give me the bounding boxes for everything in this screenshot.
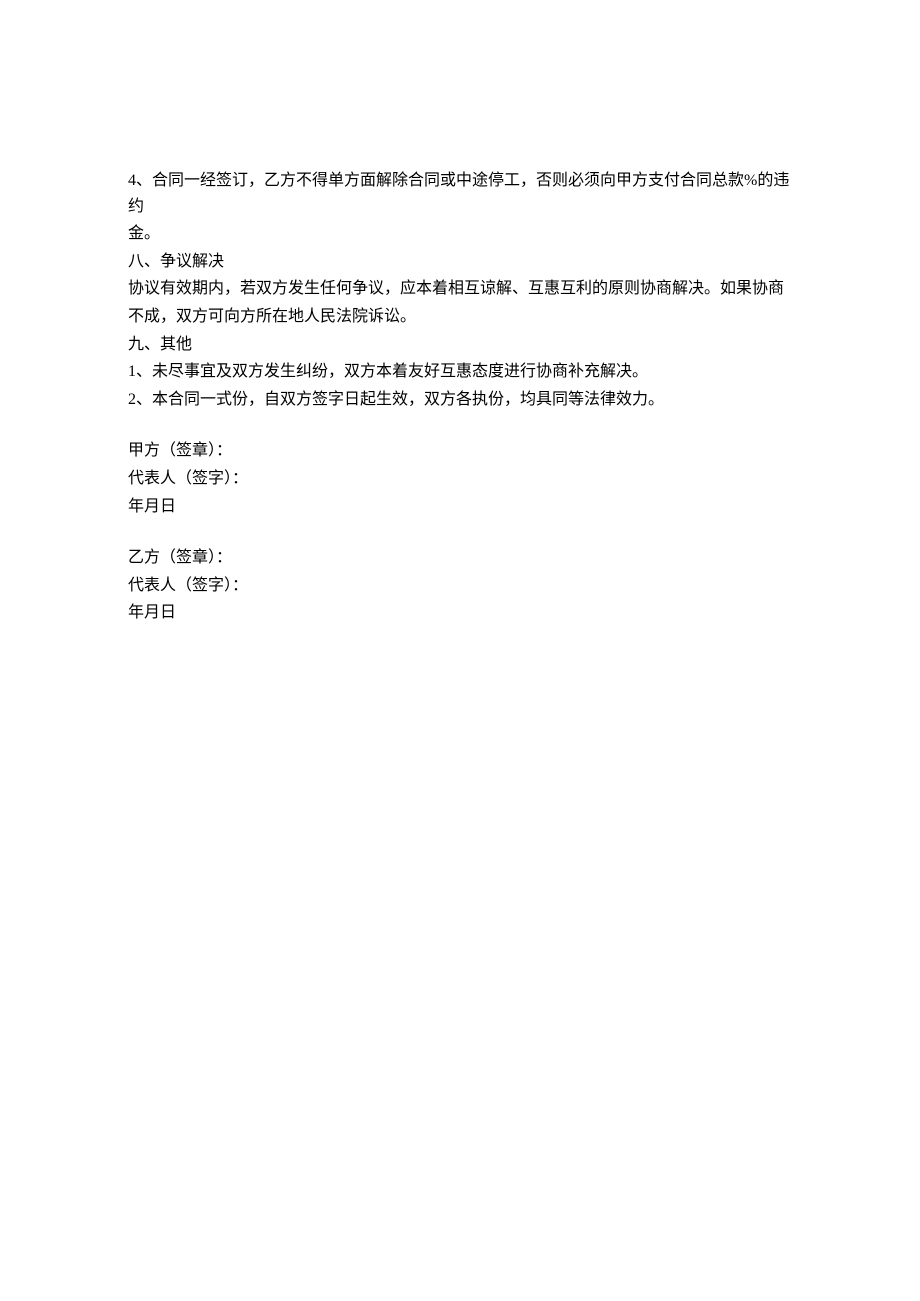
text-line: 2、本合同一式份，自双方签字日起生效，双方各执份，均具同等法律效力。	[128, 387, 792, 413]
signature-line-party-b: 乙方（签章）：	[128, 545, 792, 571]
text-line: 协议有效期内，若双方发生任何争议，应本着相互谅解、互惠互利的原则协商解决。如果协…	[128, 276, 792, 302]
document-body: 4、合同一经签订，乙方不得单方面解除合同或中途停工，否则必须向甲方支付合同总款%…	[128, 168, 792, 626]
text-line: 4、合同一经签订，乙方不得单方面解除合同或中途停工，否则必须向甲方支付合同总款%…	[128, 168, 792, 219]
date-line: 年月日	[128, 494, 792, 520]
text-line: 1、未尽事宜及双方发生纠纷，双方本着友好互惠态度进行协商补充解决。	[128, 359, 792, 385]
signature-line-representative: 代表人（签字）：	[128, 573, 792, 599]
signature-line-party-a: 甲方（签章）：	[128, 438, 792, 464]
section-heading: 九、其他	[128, 332, 792, 358]
empty-line	[128, 414, 792, 438]
section-heading: 八、争议解决	[128, 249, 792, 275]
date-line: 年月日	[128, 600, 792, 626]
empty-line	[128, 521, 792, 545]
text-line: 金。	[128, 221, 792, 247]
text-line: 不成，双方可向方所在地人民法院诉讼。	[128, 304, 792, 330]
signature-line-representative: 代表人（签字）：	[128, 466, 792, 492]
